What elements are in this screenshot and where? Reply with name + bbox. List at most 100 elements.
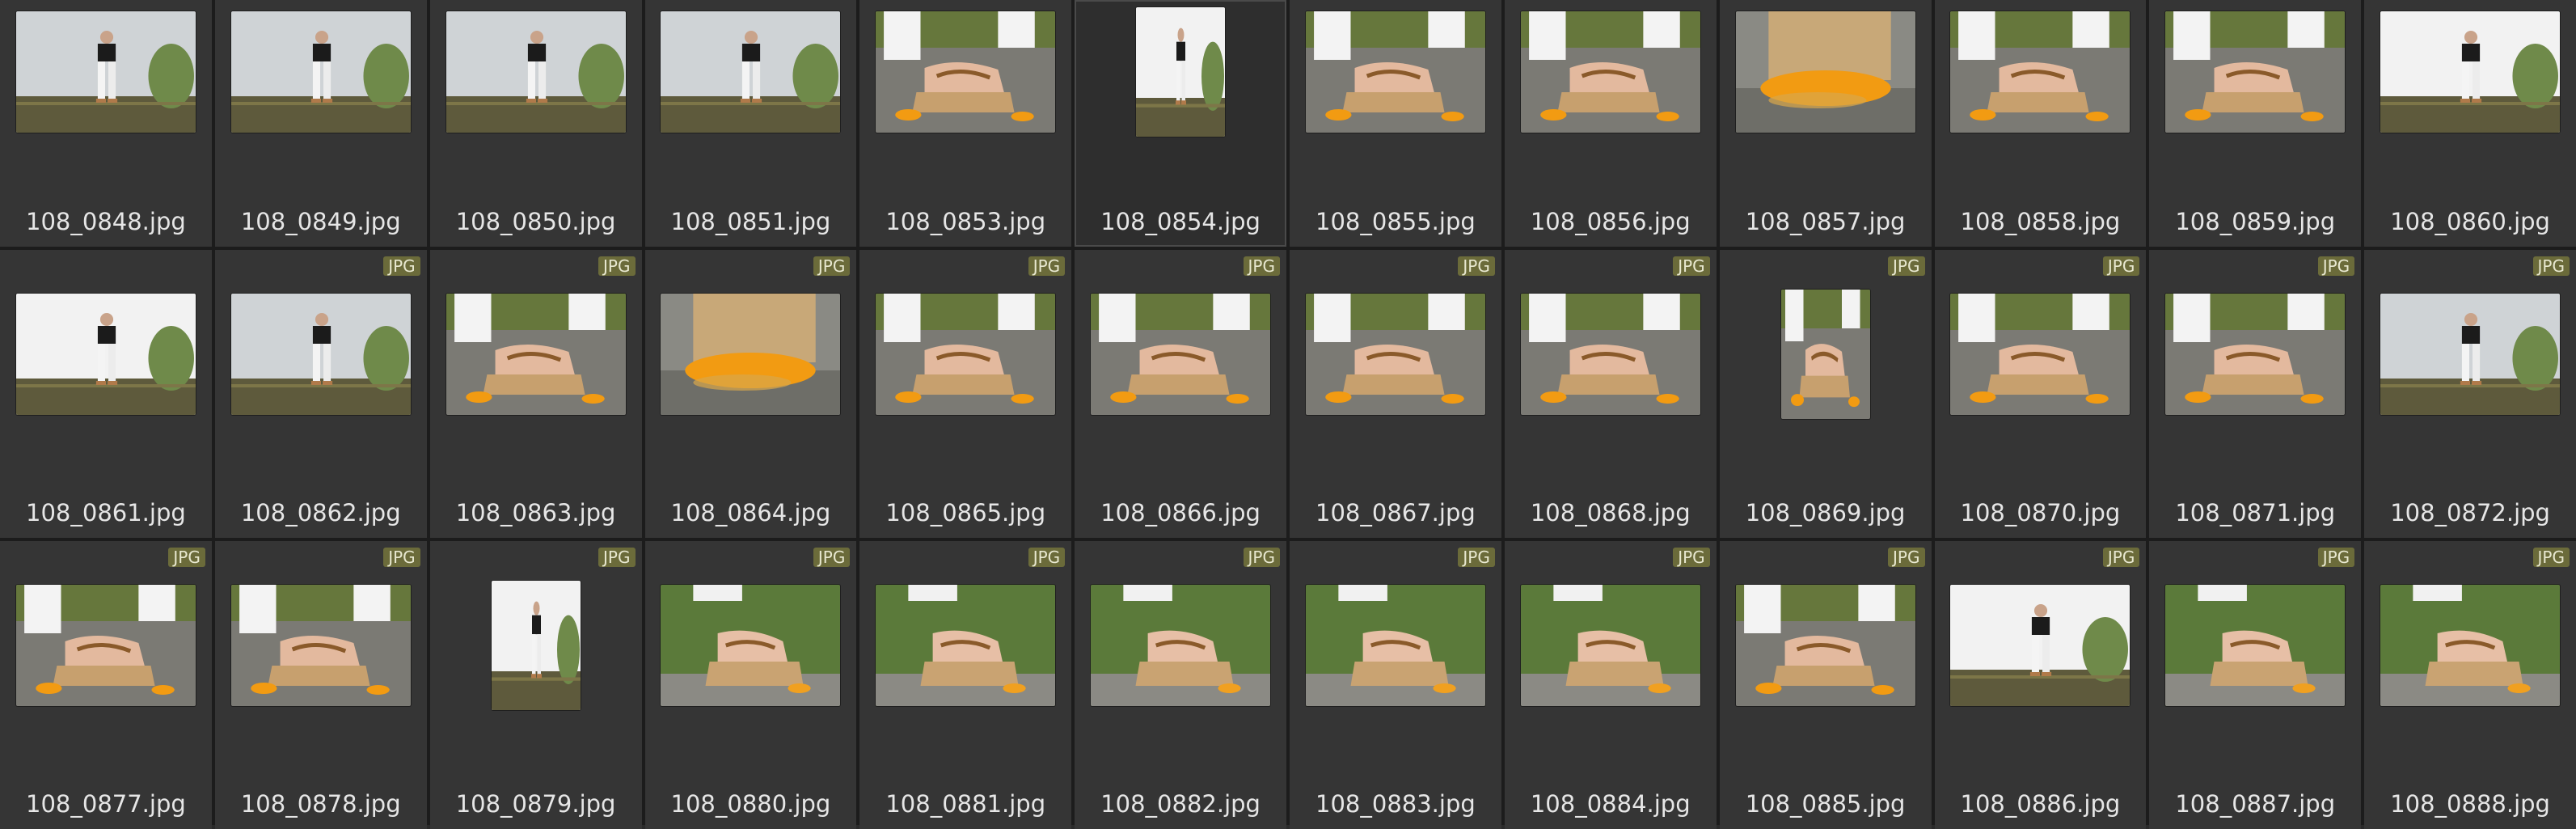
file-type-badge: JPG (598, 548, 636, 567)
photo-thumbnail[interactable] (2380, 11, 2561, 133)
photo-thumbnail[interactable] (661, 585, 841, 706)
thumbnail-cell[interactable]: 108_0853.jpg (859, 0, 1072, 247)
thumbnail-frame (1720, 285, 1932, 423)
thumbnail-cell[interactable]: 108_0854.jpg (1075, 0, 1286, 247)
file-name-label: 108_0867.jpg (1315, 499, 1476, 527)
photo-thumbnail[interactable] (230, 585, 411, 706)
photo-thumbnail[interactable] (2380, 585, 2561, 706)
thumbnail-cell[interactable]: 108_0858.jpg (1934, 0, 2147, 247)
photo-thumbnail[interactable] (1950, 585, 2130, 706)
file-name-label: 108_0880.jpg (670, 790, 831, 818)
photo-thumbnail[interactable] (1136, 7, 1226, 137)
thumbnail-cell[interactable]: 108_0855.jpg (1290, 0, 1501, 247)
photo-thumbnail[interactable] (15, 585, 196, 706)
photo-thumbnail[interactable] (446, 294, 626, 415)
photo-thumbnail[interactable] (1091, 294, 1271, 415)
photo-thumbnail[interactable] (1735, 585, 1915, 706)
thumbnail-cell[interactable]: JPG 108_0866.jpg (1075, 250, 1286, 538)
thumbnail-frame (2364, 285, 2576, 423)
photo-thumbnail[interactable] (2165, 294, 2346, 415)
thumbnail-frame (430, 10, 642, 134)
thumbnail-cell[interactable]: JPG 108_0867.jpg (1290, 250, 1501, 538)
thumbnail-cell[interactable]: 108_0860.jpg (2364, 0, 2576, 247)
file-name-label: 108_0849.jpg (240, 208, 401, 235)
photo-thumbnail[interactable] (661, 11, 841, 133)
file-type-badge: JPG (1888, 256, 1925, 276)
thumbnail-frame (1075, 7, 1286, 137)
thumbnail-cell[interactable]: JPG 108_0869.jpg (1719, 250, 1932, 538)
thumbnail-cell[interactable]: JPG 108_0879.jpg (429, 541, 642, 829)
thumbnail-cell[interactable]: JPG 108_0888.jpg (2364, 541, 2576, 829)
thumbnail-cell[interactable]: 108_0851.jpg (644, 0, 857, 247)
photo-thumbnail[interactable] (876, 585, 1056, 706)
file-name-label: 108_0855.jpg (1315, 208, 1476, 235)
thumbnail-frame (215, 10, 427, 134)
thumbnail-frame (1935, 10, 2147, 134)
photo-thumbnail[interactable] (2380, 294, 2561, 415)
file-name-label: 108_0887.jpg (2175, 790, 2336, 818)
photo-thumbnail[interactable] (1735, 11, 1915, 133)
thumbnail-cell[interactable]: JPG 108_0885.jpg (1719, 541, 1932, 829)
photo-thumbnail[interactable] (1305, 585, 1485, 706)
photo-thumbnail[interactable] (1950, 11, 2130, 133)
photo-thumbnail[interactable] (230, 294, 411, 415)
photo-thumbnail[interactable] (15, 11, 196, 133)
photo-thumbnail[interactable] (661, 294, 841, 415)
thumbnail-cell[interactable]: JPG 108_0883.jpg (1290, 541, 1501, 829)
thumbnail-cell[interactable]: JPG 108_0880.jpg (644, 541, 857, 829)
thumbnail-cell[interactable]: JPG 108_0881.jpg (859, 541, 1072, 829)
thumbnail-cell[interactable]: JPG 108_0884.jpg (1504, 541, 1717, 829)
thumbnail-cell[interactable]: JPG 108_0868.jpg (1504, 250, 1717, 538)
photo-thumbnail[interactable] (876, 294, 1056, 415)
file-name-label: 108_0853.jpg (885, 208, 1046, 235)
photo-thumbnail[interactable] (2165, 585, 2346, 706)
thumbnail-cell[interactable]: JPG 108_0882.jpg (1075, 541, 1286, 829)
file-name-label: 108_0884.jpg (1530, 790, 1691, 818)
file-type-badge: JPG (2102, 548, 2140, 567)
thumbnail-cell[interactable]: 108_0856.jpg (1504, 0, 1717, 247)
thumbnail-cell[interactable]: JPG 108_0886.jpg (1934, 541, 2147, 829)
thumbnail-cell[interactable]: 108_0861.jpg (0, 250, 212, 538)
thumbnail-cell[interactable]: JPG 108_0872.jpg (2364, 250, 2576, 538)
thumbnail-cell[interactable]: JPG 108_0862.jpg (214, 250, 427, 538)
thumbnail-cell[interactable]: JPG 108_0878.jpg (214, 541, 427, 829)
thumbnail-cell[interactable]: JPG 108_0877.jpg (0, 541, 212, 829)
photo-thumbnail[interactable] (1305, 294, 1485, 415)
thumbnail-cell[interactable]: JPG 108_0870.jpg (1934, 250, 2147, 538)
photo-thumbnail[interactable] (446, 11, 626, 133)
thumbnail-cell[interactable]: 108_0849.jpg (214, 0, 427, 247)
file-name-label: 108_0857.jpg (1745, 208, 1906, 235)
file-name-label: 108_0864.jpg (670, 499, 831, 527)
photo-thumbnail[interactable] (491, 581, 581, 710)
file-name-label: 108_0888.jpg (2390, 790, 2550, 818)
file-name-label: 108_0879.jpg (455, 790, 616, 818)
photo-thumbnail[interactable] (1305, 11, 1485, 133)
thumbnail-cell[interactable]: 108_0848.jpg (0, 0, 212, 247)
photo-thumbnail[interactable] (1520, 294, 1700, 415)
photo-thumbnail[interactable] (2165, 11, 2346, 133)
file-type-badge: JPG (383, 256, 420, 276)
photo-thumbnail[interactable] (1520, 585, 1700, 706)
thumbnail-cell[interactable]: JPG 108_0887.jpg (2149, 541, 2362, 829)
thumbnail-cell[interactable]: 108_0857.jpg (1719, 0, 1932, 247)
file-type-badge: JPG (598, 256, 636, 276)
photo-thumbnail[interactable] (1780, 290, 1870, 419)
photo-thumbnail[interactable] (15, 294, 196, 415)
file-type-badge: JPG (2532, 548, 2570, 567)
photo-thumbnail[interactable] (876, 11, 1056, 133)
thumbnail-cell[interactable]: JPG 108_0871.jpg (2149, 250, 2362, 538)
thumbnail-frame (1720, 577, 1932, 714)
thumbnail-cell[interactable]: JPG 108_0863.jpg (429, 250, 642, 538)
thumbnail-cell[interactable]: 108_0850.jpg (429, 0, 642, 247)
thumbnail-cell[interactable]: JPG 108_0864.jpg (644, 250, 857, 538)
thumbnail-frame (1935, 285, 2147, 423)
photo-thumbnail[interactable] (1520, 11, 1700, 133)
photo-thumbnail[interactable] (1950, 294, 2130, 415)
thumbnail-cell[interactable]: 108_0859.jpg (2149, 0, 2362, 247)
photo-thumbnail[interactable] (230, 11, 411, 133)
file-name-label: 108_0878.jpg (240, 790, 401, 818)
file-name-label: 108_0863.jpg (455, 499, 616, 527)
thumbnail-cell[interactable]: JPG 108_0865.jpg (859, 250, 1072, 538)
photo-thumbnail[interactable] (1091, 585, 1271, 706)
file-type-badge: JPG (813, 256, 851, 276)
